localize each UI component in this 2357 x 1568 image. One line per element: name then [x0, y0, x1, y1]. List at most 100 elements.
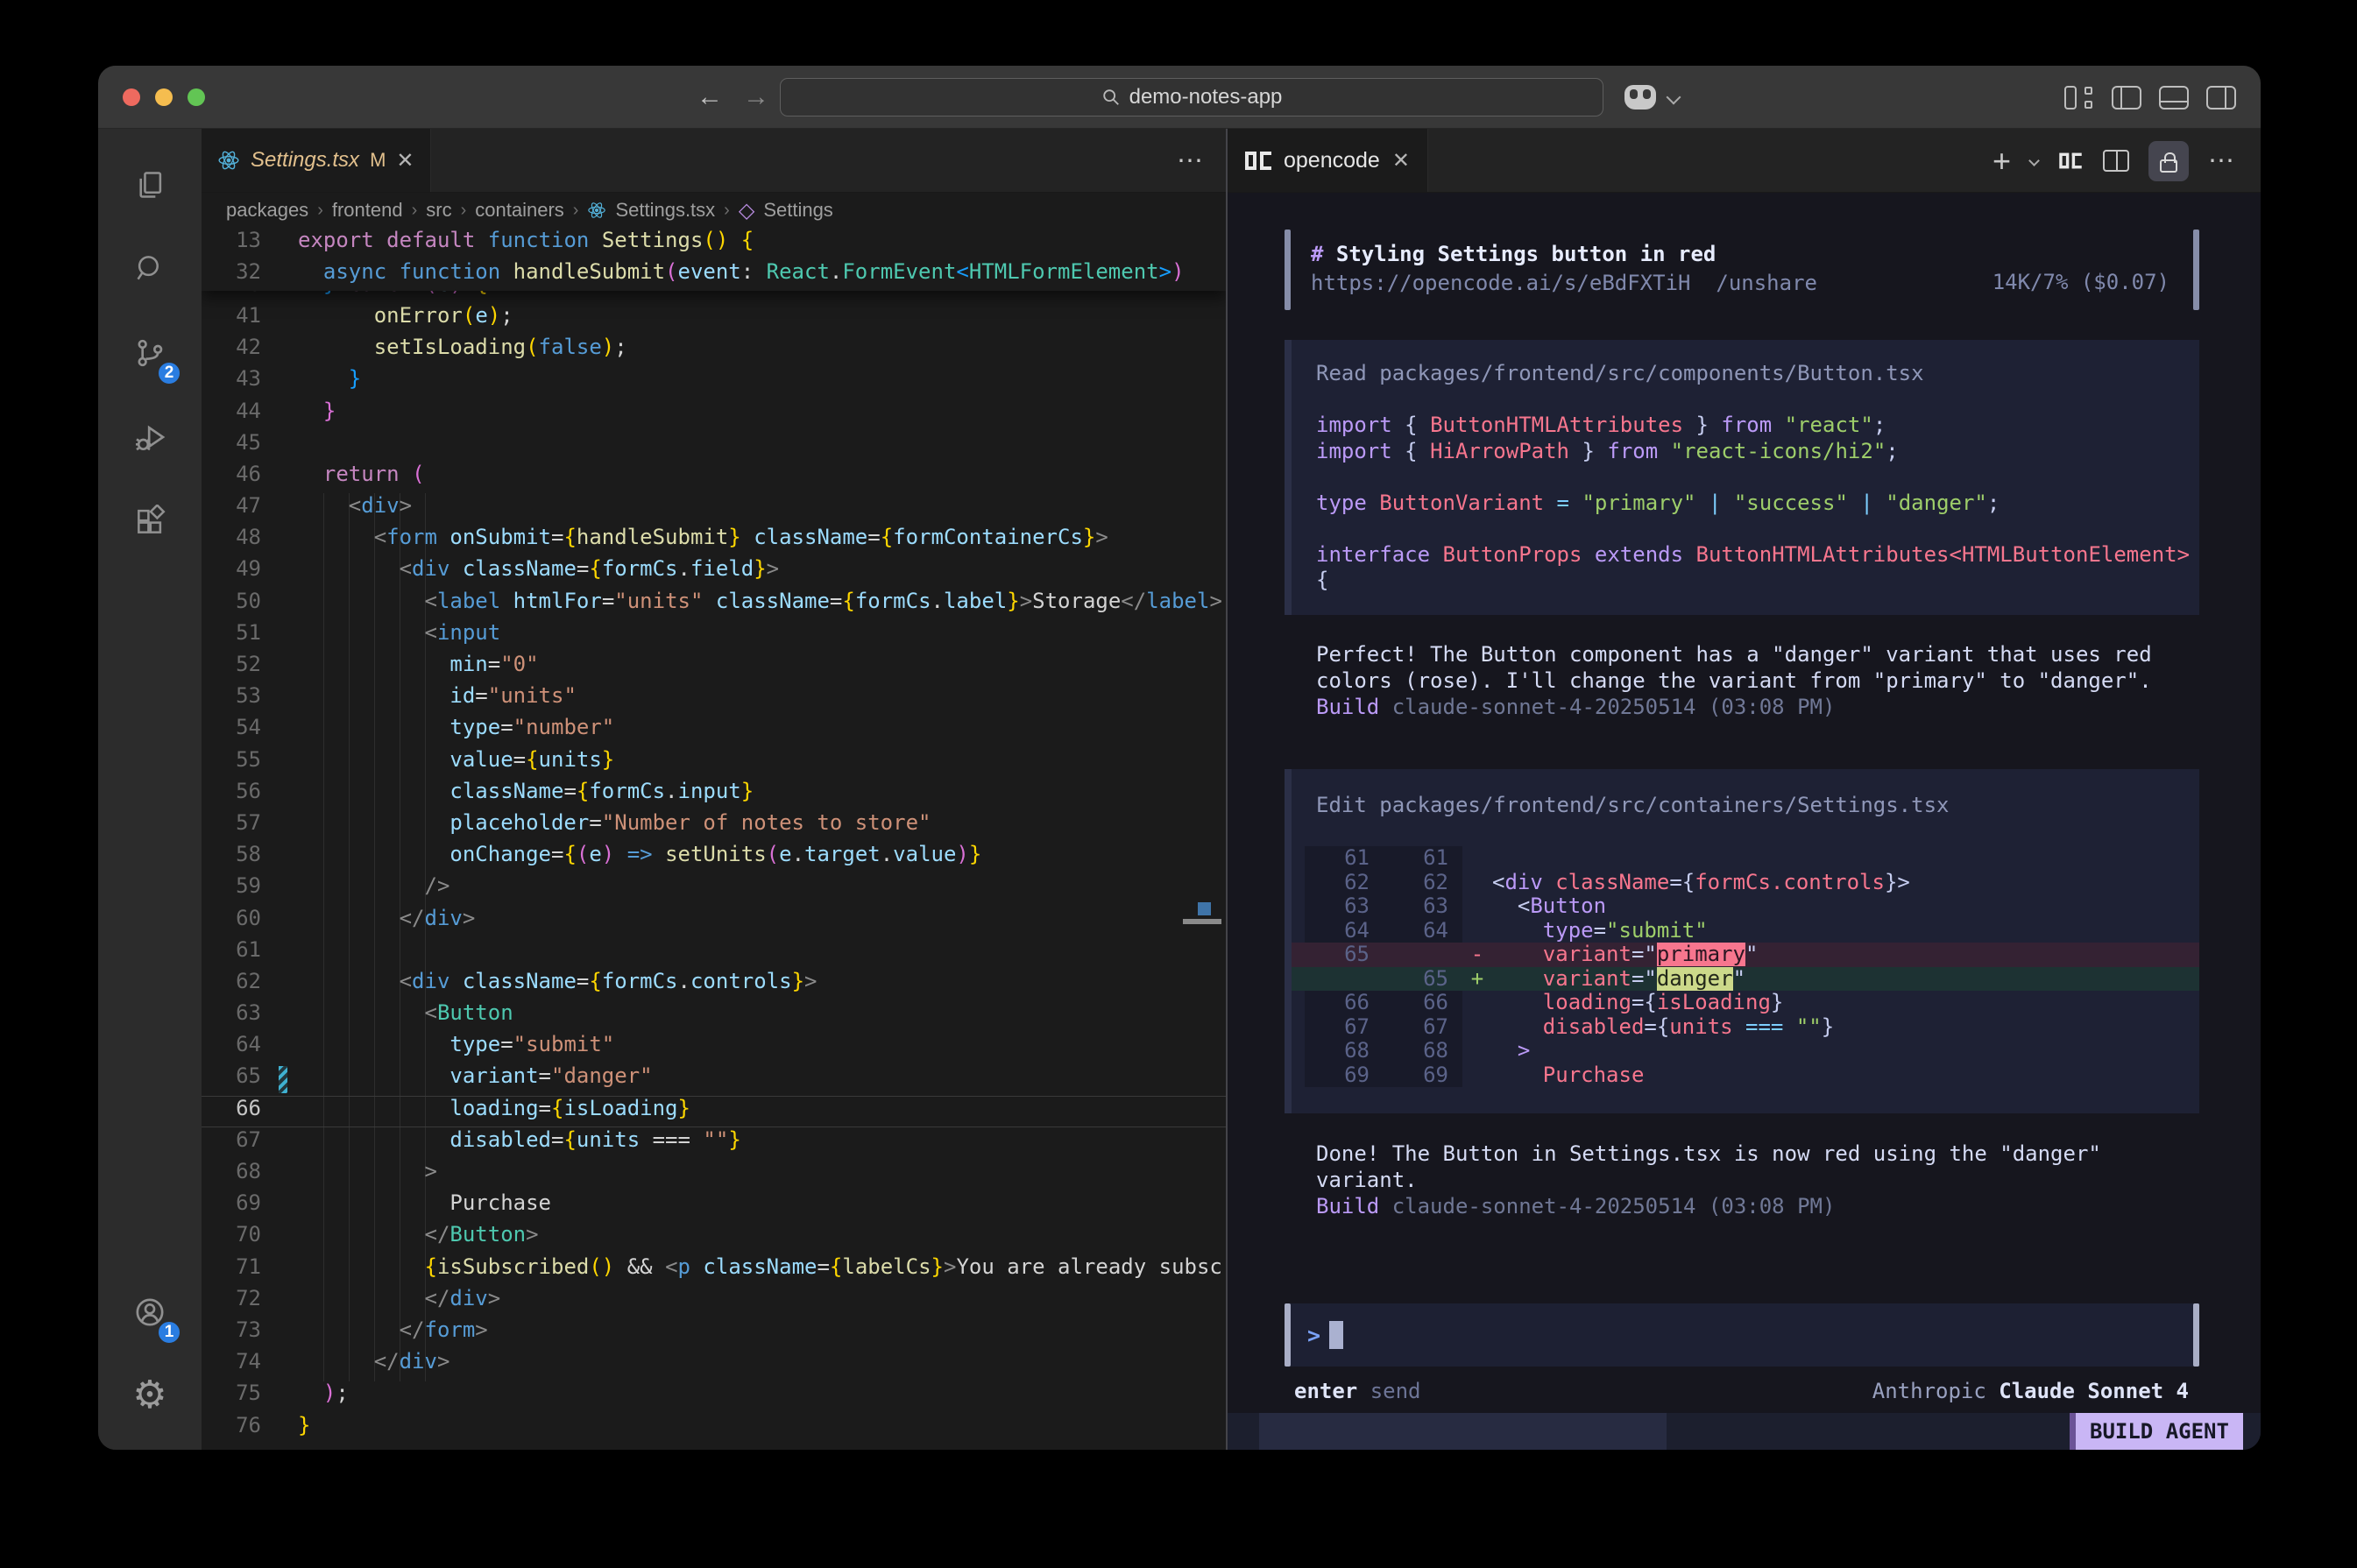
code-line[interactable]: 43 } [202, 366, 1226, 398]
code-line[interactable]: 70 </Button> [202, 1222, 1226, 1254]
line-number[interactable]: 58 [202, 842, 261, 866]
split-editor-icon[interactable] [2103, 150, 2129, 172]
tab-close-icon[interactable]: ✕ [396, 148, 414, 173]
code-line[interactable]: 68 > [202, 1159, 1226, 1190]
code-line[interactable]: 51 <input [202, 620, 1226, 652]
line-number[interactable]: 61 [202, 937, 261, 962]
code-line[interactable]: 59 /> [202, 873, 1226, 905]
line-number[interactable]: 65 [202, 1063, 261, 1088]
code-line[interactable]: 55 value={units} [202, 747, 1226, 779]
opencode-action-icon[interactable] [2059, 153, 2082, 169]
minimize-window-button[interactable] [155, 88, 173, 106]
code-line[interactable]: 45 [202, 430, 1226, 462]
run-debug-icon[interactable] [98, 406, 202, 469]
line-number[interactable]: 64 [202, 1032, 261, 1056]
code-line[interactable]: 75 ); [202, 1381, 1226, 1412]
breadcrumb-item[interactable]: Settings [763, 199, 833, 222]
tab-opencode[interactable]: opencode ✕ [1228, 129, 1428, 192]
breadcrumb-item[interactable]: packages [226, 199, 308, 222]
tab-settings-tsx[interactable]: Settings.tsx M ✕ [202, 129, 431, 192]
code-editor[interactable]: 40 } catch (e) {41 onError(e);42 setIsLo… [202, 228, 1226, 1450]
code-line[interactable]: 54 type="number" [202, 715, 1226, 746]
line-number[interactable]: 75 [202, 1381, 261, 1405]
line-number[interactable]: 47 [202, 493, 261, 518]
extensions-icon[interactable] [98, 490, 202, 553]
code-line[interactable]: 62 <div className={formCs.controls}> [202, 969, 1226, 1000]
code-line[interactable]: 42 setIsLoading(false); [202, 335, 1226, 366]
line-number[interactable]: 69 [202, 1190, 261, 1215]
line-number[interactable]: 41 [202, 303, 261, 328]
line-number[interactable]: 44 [202, 399, 261, 423]
code-line[interactable]: 49 <div className={formCs.field}> [202, 556, 1226, 588]
code-line[interactable]: 56 className={formCs.input} [202, 779, 1226, 810]
code-line[interactable]: 74 </div> [202, 1349, 1226, 1381]
code-line[interactable]: 46 return ( [202, 462, 1226, 493]
line-number[interactable]: 53 [202, 683, 261, 708]
breadcrumb-item[interactable]: src [426, 199, 451, 222]
command-center-search[interactable]: demo-notes-app [780, 78, 1603, 117]
line-number[interactable]: 63 [202, 1000, 261, 1025]
line-number[interactable]: 62 [202, 969, 261, 993]
line-number[interactable]: 76 [202, 1413, 261, 1437]
code-line[interactable]: 44 } [202, 399, 1226, 430]
prompt-input[interactable]: > [1285, 1303, 2199, 1367]
panel-tab-close-icon[interactable]: ✕ [1392, 148, 1410, 173]
line-number[interactable]: 70 [202, 1222, 261, 1247]
maximize-window-button[interactable] [188, 88, 205, 106]
breadcrumb-item[interactable]: containers [475, 199, 564, 222]
line-number[interactable]: 52 [202, 652, 261, 676]
code-line[interactable]: 65 variant="danger" [202, 1063, 1226, 1095]
code-line[interactable]: 64 type="submit" [202, 1032, 1226, 1063]
line-number[interactable]: 42 [202, 335, 261, 359]
panel-more-actions-icon[interactable]: ⋯ [2208, 145, 2234, 176]
line-number[interactable]: 68 [202, 1159, 261, 1183]
share-url[interactable]: https://opencode.ai/s/eBdFXTiH [1311, 271, 1690, 295]
line-number[interactable]: 55 [202, 747, 261, 772]
agent-mode-badge[interactable]: BUILD AGENT [2070, 1413, 2243, 1450]
line-number[interactable]: 67 [202, 1127, 261, 1152]
line-number[interactable]: 59 [202, 873, 261, 898]
explorer-icon[interactable] [98, 153, 202, 216]
line-number[interactable]: 48 [202, 525, 261, 549]
sticky-scroll-header[interactable]: 13export default function Settings() {32… [202, 228, 1226, 291]
breadcrumb-item[interactable]: frontend [332, 199, 403, 222]
code-line[interactable]: 60 </div> [202, 906, 1226, 937]
code-line[interactable]: 66 loading={isLoading} [202, 1096, 1226, 1127]
code-line[interactable]: 72 </div> [202, 1286, 1226, 1317]
navigate-back-button[interactable]: ← [697, 66, 723, 129]
search-sidebar-icon[interactable] [98, 237, 202, 300]
navigate-forward-button[interactable]: → [743, 66, 769, 129]
line-number[interactable]: 73 [202, 1317, 261, 1342]
code-line[interactable]: 61 [202, 937, 1226, 969]
source-control-icon[interactable]: 2 [98, 321, 202, 385]
line-number[interactable]: 72 [202, 1286, 261, 1310]
copilot-icon[interactable] [1624, 85, 1656, 109]
line-number[interactable]: 32 [202, 259, 261, 284]
close-window-button[interactable] [123, 88, 140, 106]
code-line[interactable]: 73 </form> [202, 1317, 1226, 1349]
code-line[interactable]: 63 <Button [202, 1000, 1226, 1032]
code-line[interactable]: 48 <form onSubmit={handleSubmit} classNa… [202, 525, 1226, 556]
line-number[interactable]: 49 [202, 556, 261, 581]
settings-gear-icon[interactable]: ⚙ [98, 1364, 202, 1427]
code-line[interactable]: 69 Purchase [202, 1190, 1226, 1222]
line-number[interactable]: 60 [202, 906, 261, 930]
code-line[interactable]: 13export default function Settings() { [202, 228, 1226, 259]
code-line[interactable]: 41 onError(e); [202, 303, 1226, 335]
line-number[interactable]: 66 [202, 1096, 261, 1120]
code-line[interactable]: 53 id="units" [202, 683, 1226, 715]
breadcrumb-item[interactable]: Settings.tsx [615, 199, 715, 222]
line-number[interactable]: 43 [202, 366, 261, 391]
copilot-chevron-down-icon[interactable] [1667, 90, 1681, 105]
unshare-command[interactable]: /unshare [1690, 271, 1817, 295]
line-number[interactable]: 71 [202, 1254, 261, 1279]
code-line[interactable]: 67 disabled={units === ""} [202, 1127, 1226, 1159]
accounts-icon[interactable]: 1 [98, 1281, 202, 1344]
line-number[interactable]: 51 [202, 620, 261, 645]
code-line[interactable]: 47 <div> [202, 493, 1226, 525]
line-number[interactable]: 57 [202, 810, 261, 835]
code-line[interactable]: 50 <label htmlFor="units" className={for… [202, 589, 1226, 620]
code-line[interactable]: 57 placeholder="Number of notes to store… [202, 810, 1226, 842]
customize-layout-icon[interactable] [2064, 86, 2094, 109]
new-session-chevron-icon[interactable] [2028, 155, 2040, 166]
